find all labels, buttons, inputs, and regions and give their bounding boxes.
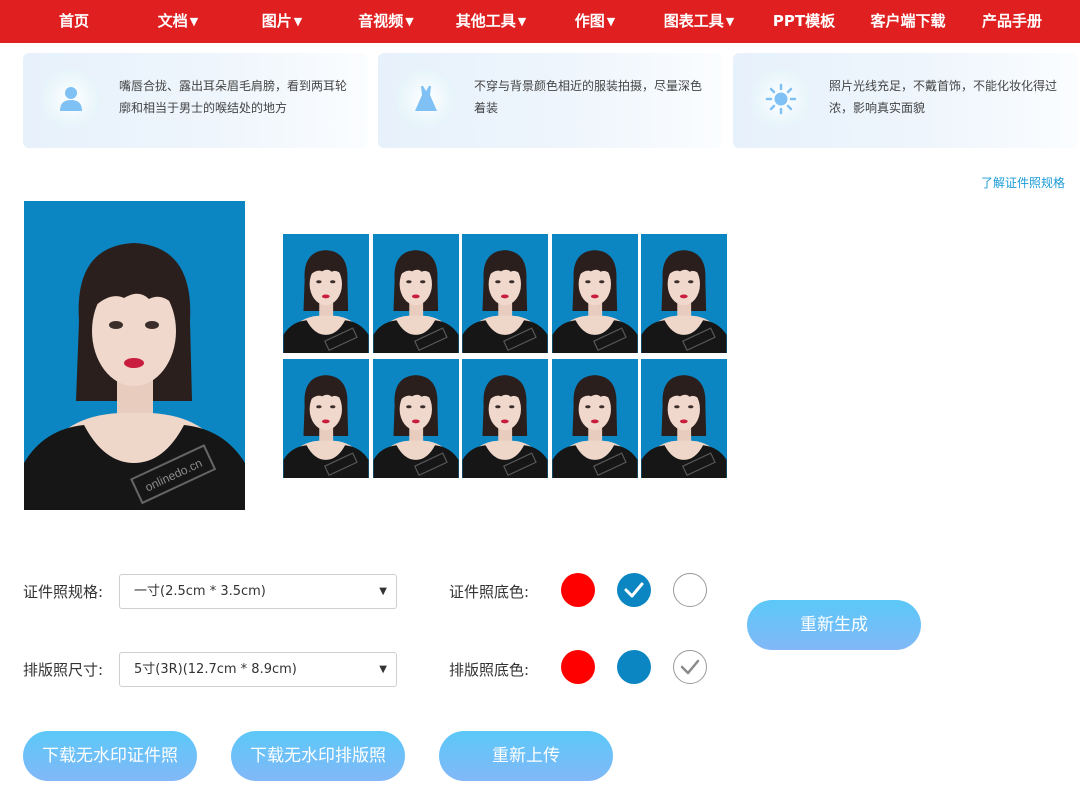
tip-text: 照片光线充足，不戴首饰，不能化妆化得过浓，影响真实面貌 <box>829 79 1058 115</box>
sun-icon <box>751 69 811 129</box>
nav-item-av[interactable]: 音视频 ▼ <box>358 0 413 43</box>
check-icon <box>680 659 700 675</box>
chevron-down-icon: ▼ <box>606 15 616 28</box>
nav-label: 图片 <box>261 12 292 30</box>
tip-card: 不穿与背景颜色相近的服装拍摄，尽量深色着装 <box>378 53 723 148</box>
nav-label: 产品手册 <box>981 12 1043 30</box>
layout-bg-color-label: 排版照底色: <box>449 661 530 679</box>
size-select-value: 一寸(2.5cm * 3.5cm) <box>134 584 266 599</box>
nav-item-tools[interactable]: 其他工具 ▼ <box>456 0 526 43</box>
bg-swatch-red[interactable] <box>561 573 595 607</box>
download-layout-photo-button[interactable]: 下载无水印排版照 <box>231 731 405 781</box>
nav-label: 首页 <box>58 12 90 30</box>
chevron-down-icon: ▼ <box>293 15 303 28</box>
layout-thumb-photo <box>552 359 638 478</box>
chevron-down-icon: ▼ <box>379 586 387 597</box>
tip-card: 照片光线充足，不戴首饰，不能化妆化得过浓，影响真实面貌 <box>733 53 1078 148</box>
nav-label: 其他工具 <box>455 12 516 30</box>
tip-text: 嘴唇合拢、露出耳朵眉毛肩膀，看到两耳轮廓和相当于男士的喉结处的地方 <box>119 79 348 115</box>
person-icon <box>41 69 101 129</box>
size-select[interactable]: 一寸(2.5cm * 3.5cm) ▼ <box>119 574 397 609</box>
layout-thumb-photo <box>641 359 727 478</box>
layout-thumb-photo <box>462 234 548 353</box>
nav-label: PPT模板 <box>772 12 836 30</box>
regenerate-button[interactable]: 重新生成 <box>747 600 921 650</box>
tip-card: 嘴唇合拢、露出耳朵眉毛肩膀，看到两耳轮廓和相当于男士的喉结处的地方 <box>23 53 368 148</box>
layout-bg-swatch-blue[interactable] <box>617 650 651 684</box>
nav-label: 音视频 <box>358 12 404 30</box>
nav-label: 作图 <box>574 12 605 30</box>
layout-thumb-photo <box>373 234 459 353</box>
bg-swatch-blue[interactable] <box>617 573 651 607</box>
reupload-button[interactable]: 重新上传 <box>439 731 613 781</box>
chevron-down-icon: ▼ <box>725 15 735 28</box>
nav-item-manual[interactable]: 产品手册 <box>982 0 1042 43</box>
chevron-down-icon: ▼ <box>517 15 527 28</box>
nav-label: 文档 <box>157 12 188 30</box>
layout-size-label: 排版照尺寸: <box>23 661 104 679</box>
chevron-down-icon: ▼ <box>189 15 199 28</box>
nav-item-charts[interactable]: 图表工具 ▼ <box>664 0 734 43</box>
nav-item-download[interactable]: 客户端下载 <box>870 0 945 43</box>
nav-item-ppt[interactable]: PPT模板 <box>773 0 835 43</box>
nav-label: 图表工具 <box>663 12 724 30</box>
layout-thumb-photo <box>641 234 727 353</box>
size-label: 证件照规格: <box>23 583 104 601</box>
nav-item-images[interactable]: 图片 ▼ <box>262 0 302 43</box>
top-nav: 首页 文档 ▼ 图片 ▼ 音视频 ▼ 其他工具 ▼ 作图 ▼ 图表工具 ▼ PPT模板 客户… <box>0 0 1080 43</box>
nav-label: 客户端下载 <box>870 12 946 30</box>
layout-thumb-photo <box>552 234 638 353</box>
layout-thumb-photo <box>373 359 459 478</box>
id-photo-preview: onlinedo.cn <box>24 201 245 510</box>
layout-select-value: 5寸(3R)(12.7cm * 8.9cm) <box>134 662 297 677</box>
nav-item-docs[interactable]: 文档 ▼ <box>158 0 198 43</box>
nav-item-draw[interactable]: 作图 ▼ <box>575 0 615 43</box>
layout-bg-swatch-white[interactable] <box>673 650 707 684</box>
bg-swatch-white[interactable] <box>673 573 707 607</box>
layout-thumb-photo <box>462 359 548 478</box>
chevron-down-icon: ▼ <box>379 664 387 675</box>
layout-size-select[interactable]: 5寸(3R)(12.7cm * 8.9cm) ▼ <box>119 652 397 687</box>
layout-thumb-photo <box>283 359 369 478</box>
tip-text: 不穿与背景颜色相近的服装拍摄，尽量深色着装 <box>474 79 703 115</box>
download-id-photo-button[interactable]: 下载无水印证件照 <box>23 731 197 781</box>
bg-color-label: 证件照底色: <box>449 583 530 601</box>
chevron-down-icon: ▼ <box>405 15 414 28</box>
check-icon <box>624 582 644 598</box>
layout-bg-swatch-red[interactable] <box>561 650 595 684</box>
spec-link[interactable]: 了解证件照规格 <box>981 174 1065 191</box>
layout-thumb-photo <box>283 234 369 353</box>
nav-item-home[interactable]: 首页 <box>59 0 89 43</box>
dress-icon <box>396 69 456 129</box>
